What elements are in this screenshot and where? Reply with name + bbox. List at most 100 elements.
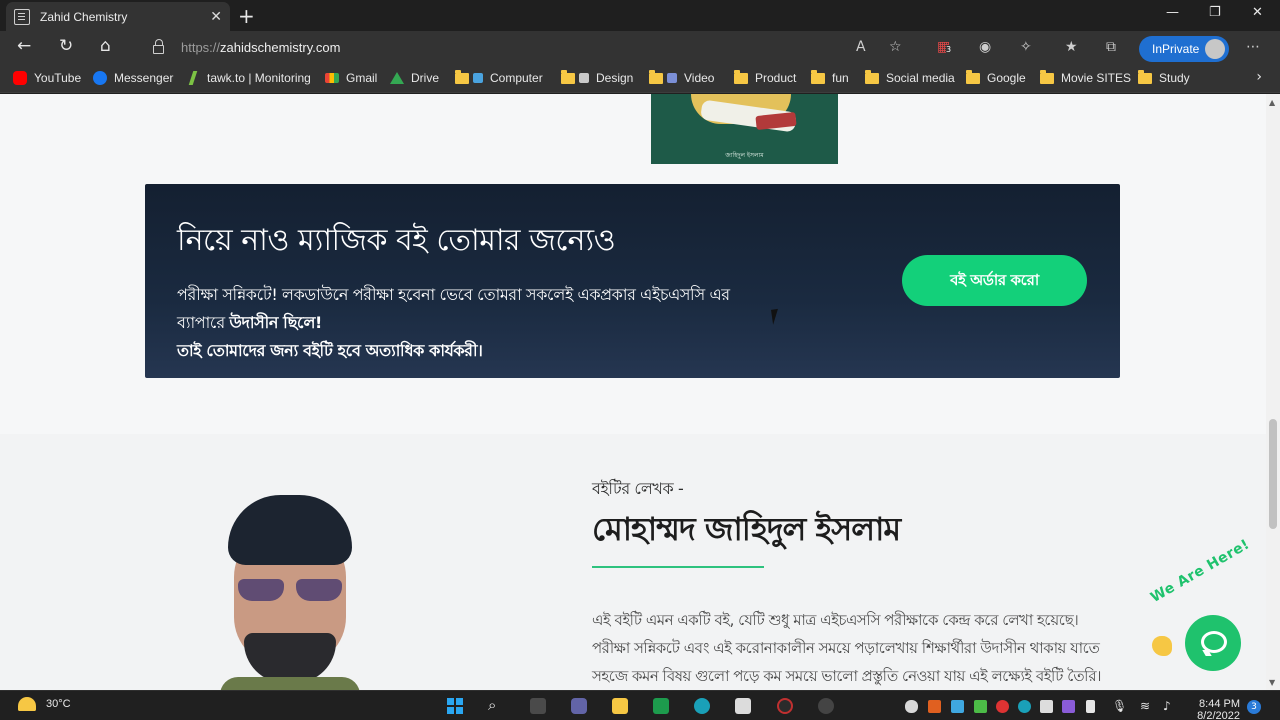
weather-widget[interactable]: 30°C	[18, 697, 71, 711]
search-icon[interactable]: ⌕	[488, 696, 496, 714]
close-tab-icon[interactable]: ✕	[210, 9, 222, 25]
author-glasses	[238, 579, 342, 603]
extensions-icon[interactable]: ✧	[1020, 39, 1032, 55]
order-book-button[interactable]: বই অর্ডার করো	[902, 255, 1087, 306]
chat-bubble-icon	[1201, 631, 1227, 653]
maximize-icon[interactable]: ❐	[1209, 5, 1221, 20]
wifi-icon[interactable]: ≋	[1140, 699, 1150, 713]
favorites-icon[interactable]: ★	[1065, 39, 1078, 55]
bookmark-folder-fun[interactable]: fun	[811, 69, 849, 85]
bookmark-gmail[interactable]: Gmail	[325, 71, 377, 85]
chat-widget-button[interactable]	[1185, 615, 1241, 671]
bookmark-label: Messenger	[114, 71, 174, 85]
sheets-icon[interactable]	[653, 698, 669, 714]
bookmark-label: YouTube	[34, 71, 82, 85]
back-icon[interactable]: ←	[17, 36, 31, 56]
read-aloud-icon[interactable]: A	[856, 39, 866, 55]
tray-app-icon[interactable]	[951, 700, 964, 713]
url-host: zahidschemistry.com	[220, 40, 341, 55]
extension-badge: 3	[946, 45, 952, 54]
page-icon	[14, 8, 30, 25]
bookmark-drive[interactable]: Drive	[390, 71, 439, 85]
tab-title: Zahid Chemistry	[40, 9, 128, 24]
promo-banner: নিয়ে নাও ম্যাজিক বই তোমার জন্যেও পরীক্ষ…	[145, 184, 1120, 378]
author-photo	[210, 495, 370, 690]
store-icon[interactable]	[735, 698, 751, 714]
scroll-down-icon[interactable]: ▼	[1269, 678, 1275, 687]
clock-time: 8:44 PM	[1199, 698, 1240, 710]
book-cover-image: জাহিদুল ইসলাম	[651, 94, 838, 164]
more-menu-icon[interactable]: ⋯	[1246, 39, 1260, 55]
scrollbar-thumb[interactable]	[1269, 419, 1277, 529]
new-tab-icon[interactable]: +	[238, 4, 255, 28]
task-view-icon[interactable]	[530, 698, 546, 714]
bookmark-label: Google	[987, 71, 1026, 85]
camera-extension-icon[interactable]: ◉	[979, 39, 991, 55]
tray-app-icon[interactable]	[1018, 700, 1031, 713]
inprivate-label: InPrivate	[1152, 42, 1200, 56]
page-scrollbar[interactable]: ▲ ▼	[1266, 94, 1280, 690]
edge-icon[interactable]	[694, 698, 710, 714]
author-shirt	[220, 677, 360, 690]
minimize-icon[interactable]: —	[1166, 5, 1179, 20]
bookmark-folder-computer[interactable]: Computer	[455, 69, 543, 85]
bookmark-folder-design[interactable]: Design	[561, 69, 633, 85]
cloud-icon[interactable]	[905, 700, 918, 713]
address-bar[interactable]: https://zahidschemistry.com	[140, 34, 920, 62]
tray-app-icon[interactable]	[928, 700, 941, 713]
bookmark-folder-video[interactable]: Video	[649, 69, 714, 85]
inprivate-button[interactable]: InPrivate	[1139, 36, 1229, 62]
window-close-icon[interactable]: ✕	[1252, 5, 1263, 20]
tray-app-icon[interactable]	[1062, 700, 1075, 713]
bookmark-tawk[interactable]: tawk.to | Monitoring	[186, 71, 311, 85]
youtube-icon	[13, 71, 27, 85]
home-icon[interactable]: ⌂	[100, 36, 111, 56]
lock-icon[interactable]	[153, 39, 164, 54]
clock-date: 8/2/2022	[1197, 710, 1240, 720]
bookmark-youtube[interactable]: YouTube	[13, 71, 81, 85]
mouse-cursor-icon	[771, 308, 785, 325]
recorder-icon[interactable]	[777, 698, 793, 714]
taskbar-clock[interactable]: 8:44 PM 8/2/2022	[1190, 698, 1240, 720]
author-name: মোহাম্মদ জাহিদুল ইসলাম	[592, 510, 901, 548]
author-hair	[228, 495, 352, 565]
tray-app-icon[interactable]	[1040, 700, 1053, 713]
app-icon[interactable]	[818, 698, 834, 714]
tray-app-icon[interactable]	[974, 700, 987, 713]
chevron-right-icon[interactable]: ›	[1256, 69, 1262, 85]
bookmark-folder-product[interactable]: Product	[734, 69, 796, 85]
author-section: বইটির লেখক - মোহাম্মদ জাহিদুল ইসলাম এই ব…	[0, 434, 1266, 690]
add-favorite-icon[interactable]: ☆	[889, 39, 902, 55]
bookmark-folder-social-media[interactable]: Social media	[865, 69, 955, 85]
bookmark-folder-movie-sites[interactable]: Movie SITES	[1040, 69, 1131, 85]
scroll-up-icon[interactable]: ▲	[1269, 98, 1275, 107]
author-kicker: বইটির লেখক -	[592, 479, 684, 498]
browser-title-bar: Zahid Chemistry ✕ + — ❐ ✕	[0, 0, 1280, 31]
bookmark-label: Study	[1159, 71, 1190, 85]
tray-app-icon[interactable]	[996, 700, 1009, 713]
author-description-line-3: সহজে কমন বিষয় গুলো পড়ে কম সময়ে ভালো প…	[592, 667, 1101, 685]
volume-icon[interactable]: ♪	[1163, 699, 1171, 713]
microphone-icon[interactable]: 🎙	[1112, 699, 1127, 713]
notification-badge[interactable]: 3	[1247, 700, 1261, 714]
folder-icon	[734, 69, 748, 84]
bookmark-messenger[interactable]: Messenger	[93, 71, 173, 85]
bookmark-label: tawk.to | Monitoring	[207, 71, 311, 85]
start-icon[interactable]	[447, 698, 463, 714]
url-scheme: https://	[181, 40, 221, 55]
battery-icon[interactable]	[1086, 700, 1095, 713]
file-explorer-icon[interactable]	[612, 698, 628, 714]
tab-zahid-chemistry[interactable]: Zahid Chemistry ✕	[6, 2, 230, 31]
windows-taskbar: 30°C ⌕ 🎙 ≋ ♪ 8:44 PM 8/2/2022 3	[0, 690, 1280, 720]
refresh-icon[interactable]: ↻	[59, 36, 73, 56]
bookmark-folder-google[interactable]: Google	[966, 69, 1026, 85]
folder-icon	[1040, 69, 1054, 84]
profile-avatar-icon	[1205, 39, 1225, 59]
folder-icon	[1138, 69, 1152, 84]
url-text[interactable]: https://zahidschemistry.com	[181, 40, 340, 55]
bookmark-folder-study[interactable]: Study	[1138, 69, 1190, 85]
collections-icon[interactable]: ⧉	[1106, 39, 1116, 55]
design-icon	[579, 73, 589, 83]
teams-icon[interactable]	[571, 698, 587, 714]
bookmark-label: Drive	[411, 71, 440, 85]
